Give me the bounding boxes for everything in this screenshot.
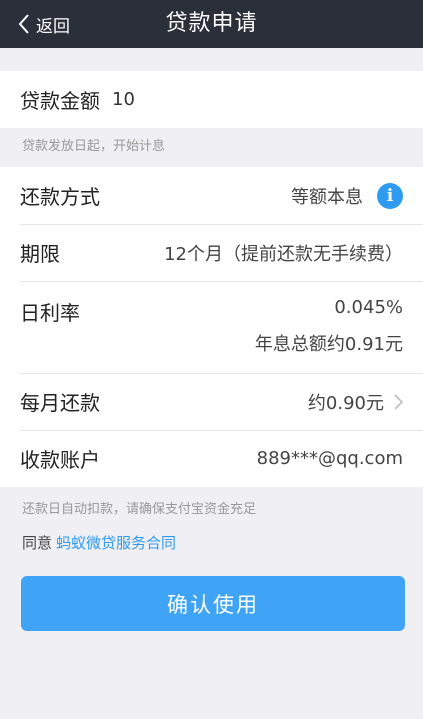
agreement-prefix: 同意 — [22, 534, 53, 552]
monthly-payment-label: 每月还款 — [20, 391, 100, 415]
annual-interest-text: 年息总额约0.91元 — [254, 334, 403, 355]
daily-rate-value: 0.045% — [334, 297, 403, 318]
amount-input[interactable]: 10 — [112, 89, 135, 110]
navigation-bar: 返回 贷款申请 — [0, 0, 423, 48]
account-value: 889***@qq.com — [256, 448, 403, 469]
agreement-line: 同意 蚂蚁微贷服务合同 — [22, 532, 176, 553]
daily-rate-label: 日利率 — [20, 301, 80, 325]
confirm-button[interactable]: 确认使用 — [21, 576, 405, 631]
auto-debit-hint: 还款日自动扣款，请确保支付宝资金充足 — [22, 502, 257, 517]
amount-label: 贷款金额 — [20, 89, 100, 113]
loan-details-section: 还款方式 等额本息 i 期限 12个月（提前还款无手续费） 日利率 0.045%… — [0, 167, 423, 487]
service-contract-link[interactable]: 蚂蚁微贷服务合同 — [56, 534, 176, 552]
monthly-payment-value: 约0.90元 — [307, 392, 384, 414]
amount-row[interactable]: 贷款金额 10 — [0, 71, 423, 128]
term-value: 12个月（提前还款无手续费） — [164, 243, 403, 265]
monthly-payment-row[interactable]: 每月还款 约0.90元 — [0, 373, 423, 430]
repay-method-label: 还款方式 — [20, 185, 100, 209]
account-label: 收款账户 — [20, 448, 100, 472]
term-row: 期限 12个月（提前还款无手续费） — [0, 224, 423, 281]
account-row: 收款账户 889***@qq.com — [0, 430, 423, 487]
chevron-right-icon — [394, 393, 403, 410]
daily-rate-row: 日利率 0.045% 年息总额约0.91元 — [0, 281, 423, 373]
page-title: 贷款申请 — [165, 11, 258, 36]
repay-method-value: 等额本息 — [291, 186, 363, 208]
repay-method-row[interactable]: 还款方式 等额本息 i — [0, 167, 423, 224]
interest-start-hint: 贷款发放日起，开始计息 — [22, 139, 166, 154]
info-icon[interactable]: i — [377, 182, 403, 209]
amount-section: 贷款金额 10 — [0, 71, 423, 128]
term-label: 期限 — [20, 242, 60, 266]
